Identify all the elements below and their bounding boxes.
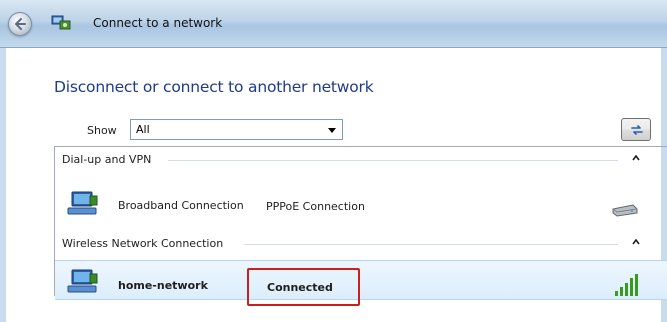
show-label: Show: [87, 124, 117, 137]
connection-name: Broadband Connection: [118, 199, 244, 212]
back-arrow-icon: [15, 18, 26, 30]
page-heading: Disconnect or connect to another network: [54, 78, 374, 96]
connection-status: PPPoE Connection: [266, 200, 365, 213]
connection-name: home-network: [118, 279, 208, 292]
refresh-button[interactable]: [621, 118, 651, 141]
network-icon: [51, 15, 71, 30]
group-header-wireless: Wireless Network Connection: [62, 237, 224, 250]
group-divider: [244, 244, 618, 245]
title-bar: Connect to a network: [0, 0, 667, 48]
chevron-down-icon: [328, 128, 336, 133]
network-computer-icon: [67, 269, 98, 293]
group-divider: [168, 160, 618, 161]
highlight-box: [247, 268, 360, 306]
show-filter-value: All: [136, 123, 150, 136]
signal-strength-icon: [615, 274, 638, 296]
show-filter-dropdown[interactable]: All: [130, 119, 343, 140]
refresh-icon: [631, 125, 643, 135]
window-title: Connect to a network: [93, 16, 223, 30]
network-computer-icon: [67, 191, 98, 215]
collapse-chevron-icon[interactable]: [632, 155, 640, 161]
modem-icon: [612, 204, 638, 217]
collapse-chevron-icon[interactable]: [632, 239, 640, 245]
group-header-dialup: Dial-up and VPN: [62, 153, 152, 166]
back-button[interactable]: [8, 12, 32, 36]
